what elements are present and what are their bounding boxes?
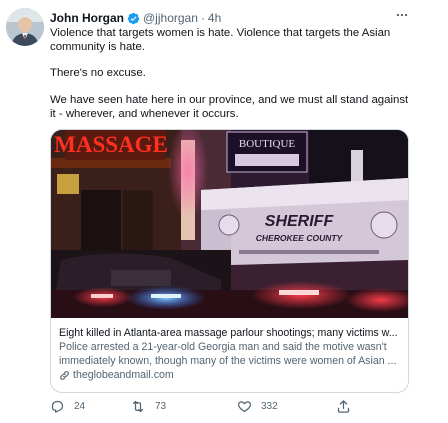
card-title[interactable]: Eight killed in Atlanta-area massage par… (59, 326, 402, 340)
author-name[interactable]: John Horgan (50, 11, 124, 25)
tweet-paragraph-1: Violence that targets women is hate. Vio… (50, 27, 391, 53)
verified-badge-icon (127, 12, 140, 25)
card-description: Police arrested a 21-year-old Georgia ma… (59, 341, 397, 367)
retweet-icon (133, 400, 143, 413)
author-handle[interactable]: @jjhorgan (143, 11, 198, 25)
tweet-paragraph-3: We have seen hate here in our province, … (50, 94, 409, 120)
reply-button[interactable]: 24 (50, 399, 85, 414)
massage-sign: MASSAGE (54, 132, 168, 157)
heart-icon (237, 401, 252, 413)
retweet-button[interactable]: 73 (130, 399, 166, 414)
link-icon (60, 370, 69, 380)
tweet-paragraph-2: There's no excuse. (50, 67, 146, 79)
tweet-actions: 24 73 332 (50, 399, 380, 417)
county-text: CHEROKEE COUNTY (256, 233, 344, 243)
like-count: 332 (261, 401, 278, 412)
header-separator: · (200, 11, 205, 25)
tweet-timestamp[interactable]: 4h (208, 11, 221, 25)
like-button[interactable]: 332 (237, 399, 278, 414)
reply-icon (51, 400, 64, 413)
link-preview-card[interactable]: MASSAGE BOUTIQUE SHERIFF CHEROKEE COUNTY (50, 129, 409, 393)
avatar[interactable] (6, 8, 44, 46)
share-button[interactable] (336, 399, 360, 414)
share-icon (337, 400, 350, 413)
sheriff-text: SHERIFF (265, 213, 335, 230)
more-icon[interactable] (394, 8, 410, 24)
boutique-sign: BOUTIQUE (239, 138, 295, 150)
retweet-count: 73 (155, 401, 167, 412)
reply-count: 24 (74, 401, 86, 412)
avatar-photo (6, 8, 44, 46)
card-domain-text: theglobeandmail.com (73, 369, 174, 381)
card-image: MASSAGE BOUTIQUE SHERIFF CHEROKEE COUNTY (51, 130, 408, 318)
tweet-header: John Horgan @jjhorgan · 4h (50, 9, 221, 27)
tweet[interactable]: John Horgan @jjhorgan · 4h Violence that… (0, 0, 448, 423)
card-domain[interactable]: theglobeandmail.com (59, 368, 402, 382)
card-text: Eight killed in Atlanta-area massage par… (59, 326, 402, 382)
